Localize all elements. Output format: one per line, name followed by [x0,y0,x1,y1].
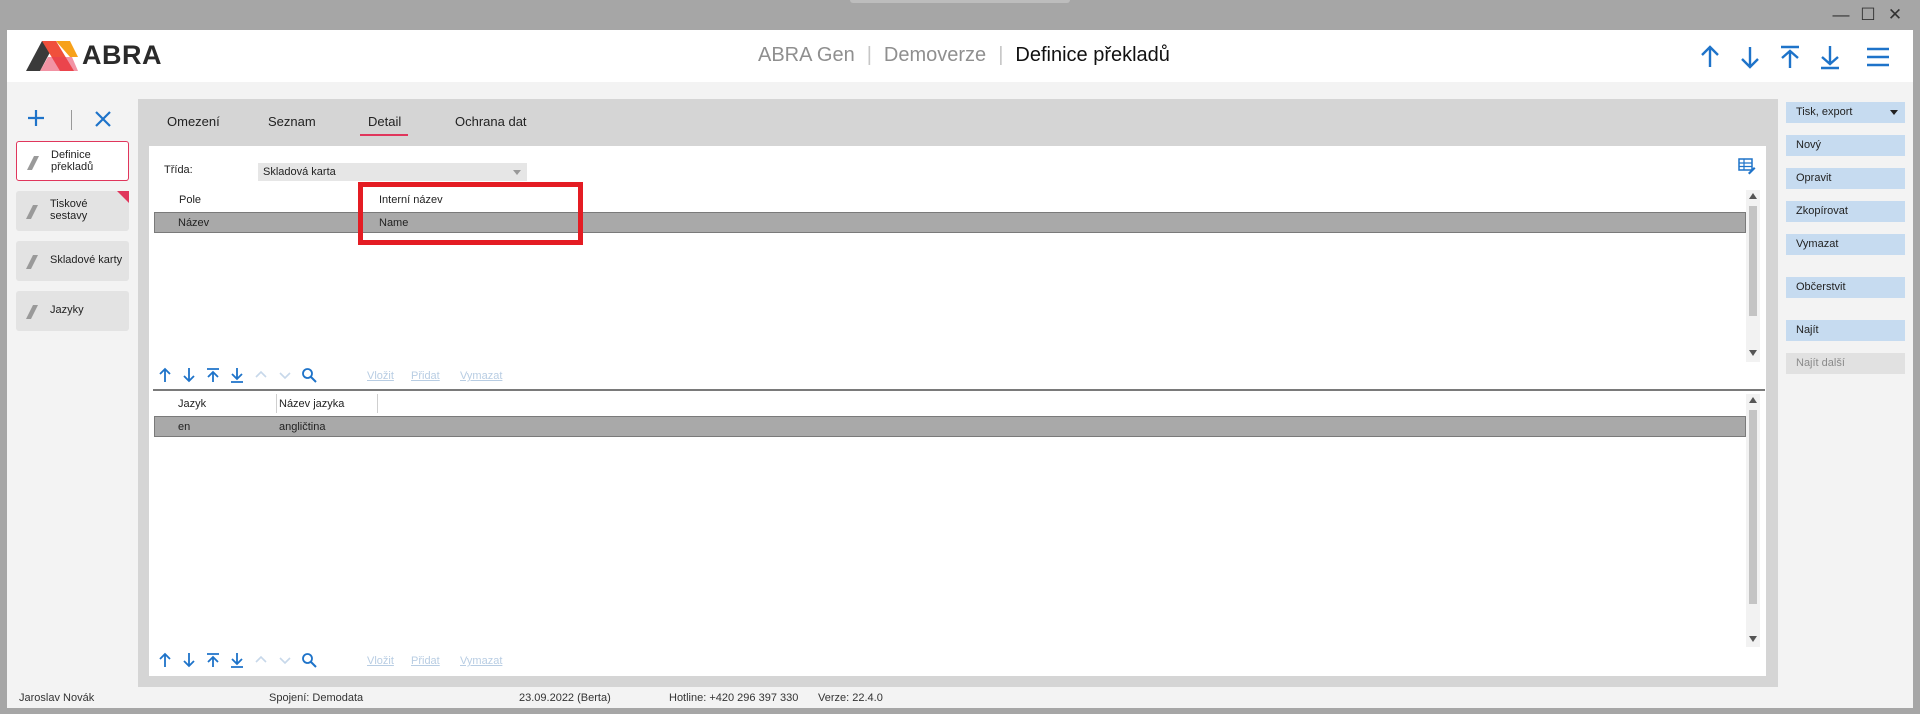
chevron-down-icon [513,170,521,175]
grid-settings-icon[interactable] [1738,157,1756,175]
trida-select[interactable]: Skladová karta [258,163,527,181]
sidebar-item-label: Skladové karty [50,254,123,266]
agenda-icon [26,205,38,219]
column-divider [276,394,277,413]
maximize-button[interactable]: ☐ [1857,4,1879,26]
tab-omezeni[interactable]: Omezení [167,114,220,134]
grid2-scrollbar[interactable] [1746,394,1760,647]
table-row[interactable]: en angličtina [154,416,1746,437]
print-export-label: Tisk, export [1796,106,1853,118]
logo-text: ABRA [82,40,162,70]
agenda-icon [27,156,39,170]
trida-label: Třída: [164,164,193,176]
arrow-to-top-icon[interactable] [205,652,221,668]
arrow-up-icon[interactable] [1696,43,1724,71]
sidebar-item-definice-prekladu[interactable]: Definice překladů [16,141,129,181]
arrow-to-top-icon[interactable] [1776,43,1804,71]
highlight-box [358,182,583,245]
sidebar-item-skladove-karty[interactable]: Skladové karty [16,241,129,281]
arrow-to-bottom-icon[interactable] [229,367,245,383]
insert-link[interactable]: Vložit [367,655,394,667]
add-icon[interactable] [27,109,45,127]
arrow-to-bottom-icon[interactable] [1816,43,1844,71]
cell-pole: Název [178,216,210,229]
column-divider [377,394,378,413]
new-button[interactable]: Nový [1786,135,1905,156]
search-icon[interactable] [301,652,317,668]
find-button[interactable]: Najít [1786,320,1905,341]
insert-link[interactable]: Vložit [367,370,394,382]
close-window-button[interactable]: ✕ [1884,4,1906,26]
status-user: Jaroslav Novák [19,692,95,704]
hamburger-menu-icon[interactable] [1864,43,1892,71]
edit-button[interactable]: Opravit [1786,168,1905,189]
print-export-button[interactable]: Tisk, export [1786,102,1905,123]
column-header-jazyk[interactable]: Jazyk [178,398,206,410]
grid-separator [153,389,1765,391]
active-tab-indicator [360,134,408,136]
arrow-to-top-icon[interactable] [205,367,221,383]
column-header-nazev-jazyka[interactable]: Název jazyka [279,398,344,410]
app-name: ABRA Gen [758,44,855,66]
chevron-down-icon [1890,110,1898,115]
agenda-icon [26,255,38,269]
sidebar-item-tiskove-sestavy[interactable]: Tiskové sestavy [16,191,129,231]
search-icon[interactable] [301,367,317,383]
refresh-button[interactable]: Občerstvit [1786,277,1905,298]
trida-value: Skladová karta [263,166,336,178]
grid1-scrollbar[interactable] [1746,190,1760,362]
status-connection: Spojení: Demodata [269,692,364,704]
minimize-button[interactable]: — [1830,4,1852,26]
scrollbar-thumb[interactable] [1749,206,1757,316]
window-titlebar [0,0,1920,30]
flag-corner-icon [117,191,129,203]
scrollbar-thumb[interactable] [1749,410,1757,604]
cell-nazev-jazyka: angličtina [279,420,326,433]
sidebar-item-jazyky[interactable]: Jazyky [16,291,129,331]
delete-button[interactable]: Vymazat [1786,234,1905,255]
tab-ochrana-dat[interactable]: Ochrana dat [455,114,527,134]
scroll-up-icon[interactable] [1749,397,1757,403]
delete-link[interactable]: Vymazat [460,370,502,382]
chevron-down-icon [279,372,291,380]
close-icon[interactable] [94,110,112,128]
page-title: Definice překladů [1015,44,1170,66]
chevron-down-icon [279,657,291,665]
sidebar-item-label: Jazyky [50,304,84,316]
tab-detail[interactable]: Detail [368,114,401,134]
chevron-up-icon [255,655,267,663]
add-link[interactable]: Přidat [411,370,440,382]
arrow-up-icon[interactable] [157,652,173,668]
find-next-button[interactable]: Najít další [1786,353,1905,374]
edition-name: Demoverze [883,44,987,66]
scroll-down-icon[interactable] [1749,636,1757,642]
column-header-pole[interactable]: Pole [179,194,201,206]
toolbar-divider [71,110,72,130]
sidebar-item-label: Definice překladů [51,149,94,173]
status-version: Verze: 22.4.0 [818,692,883,704]
arrow-down-icon[interactable] [181,652,197,668]
chevron-up-icon [255,370,267,378]
arrow-to-bottom-icon[interactable] [229,652,245,668]
add-link[interactable]: Přidat [411,655,440,667]
delete-link[interactable]: Vymazat [460,655,502,667]
tab-seznam[interactable]: Seznam [268,114,316,134]
scroll-up-icon[interactable] [1749,193,1757,199]
agenda-icon [26,305,38,319]
window-grip [850,0,1070,3]
arrow-up-icon[interactable] [157,367,173,383]
copy-button[interactable]: Zkopírovat [1786,201,1905,222]
breadcrumb: ABRA Gen | Demoverze | Definice překladů [758,44,1170,66]
scroll-down-icon[interactable] [1749,350,1757,356]
sidebar-item-label: Tiskové sestavy [50,198,88,222]
arrow-down-icon[interactable] [1736,43,1764,71]
arrow-down-icon[interactable] [181,367,197,383]
status-hotline: Hotline: +420 296 397 330 [669,692,799,704]
status-date: 23.09.2022 (Berta) [519,692,611,704]
cell-jazyk: en [178,420,191,433]
